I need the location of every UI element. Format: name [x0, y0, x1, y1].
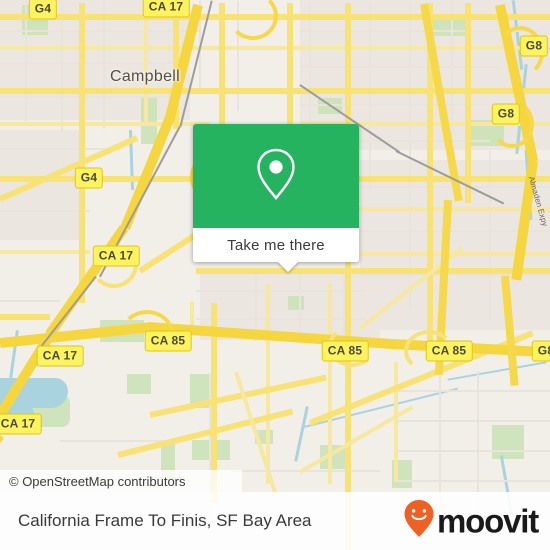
map-place-label-campbell: Campbell [110, 68, 180, 85]
moovit-wordmark: moovit [437, 502, 539, 540]
moovit-map-screenshot: Campbell Almaden Expy G4 CA 17 G8 G8 G4 … [0, 0, 550, 550]
map-area-block [0, 130, 80, 240]
map-area-park [127, 374, 151, 394]
popup-header [193, 124, 359, 228]
map-road-secondary [219, 3, 225, 127]
map-road-minor [369, 1, 371, 191]
road-shield-ca85[interactable]: CA 85 [321, 340, 369, 362]
map-road-tertiary [144, 2, 148, 122]
map-road-minor [398, 480, 550, 482]
map-road-secondary [0, 314, 50, 320]
map-pin-icon [254, 147, 298, 206]
road-shield-g8[interactable]: G8 [531, 340, 550, 362]
map-road-secondary [79, 3, 85, 303]
map-road-minor [451, 1, 453, 151]
map-area-park [430, 20, 470, 36]
road-shield-g8[interactable]: G8 [519, 35, 549, 57]
popup-pointer-tail [277, 261, 299, 272]
road-shield-g4[interactable]: G4 [74, 167, 104, 189]
map-road-minor [61, 1, 63, 131]
map-road-minor [0, 96, 180, 98]
map-road-minor [398, 390, 550, 392]
map-canvas[interactable]: Campbell Almaden Expy G4 CA 17 G8 G8 G4 … [0, 0, 550, 550]
map-road-minor [60, 440, 170, 442]
road-shield-ca85[interactable]: CA 85 [144, 330, 192, 352]
road-shield-ca17[interactable]: CA 17 [0, 413, 42, 435]
map-road-tertiary [394, 362, 398, 482]
attribution-text[interactable]: © OpenStreetMap contributors [0, 474, 186, 489]
map-road-tertiary [266, 284, 270, 484]
footer-bar: California Frame To Finis, SF Bay Area m… [0, 492, 550, 550]
map-road-secondary [196, 268, 550, 274]
map-interchange-ramp [228, 0, 278, 40]
road-shield-g4[interactable]: G4 [28, 0, 58, 20]
moovit-logo[interactable]: moovit [403, 499, 539, 544]
map-road-minor [0, 300, 60, 302]
road-shield-g8[interactable]: G8 [491, 103, 521, 125]
map-road-minor [398, 450, 550, 452]
map-area-park [288, 296, 304, 310]
map-road-minor [0, 210, 90, 212]
road-shield-ca17[interactable]: CA 17 [36, 345, 84, 367]
map-water-stream [294, 406, 309, 462]
map-road-minor [398, 420, 550, 422]
page-title: California Frame To Finis, SF Bay Area [18, 511, 312, 530]
map-road-minor [103, 1, 105, 129]
map-road-minor [0, 62, 190, 64]
map-road-minor [299, 269, 301, 341]
map-area-park [492, 425, 524, 459]
map-road-secondary [465, 3, 471, 203]
road-shield-ca17[interactable]: CA 17 [92, 245, 140, 267]
map-attribution-bar: © OpenStreetMap contributors [0, 470, 242, 492]
road-shield-ca17[interactable]: CA 17 [142, 0, 190, 18]
location-popup-card[interactable]: Take me there [193, 124, 359, 272]
popup-footer[interactable]: Take me there [193, 228, 359, 262]
take-me-there-label: Take me there [227, 236, 325, 254]
road-shield-ca85[interactable]: CA 85 [425, 340, 473, 362]
moovit-smiley-pin-icon [403, 499, 435, 544]
map-road-minor [0, 30, 200, 32]
map-road-secondary [287, 3, 293, 129]
map-road-minor [196, 318, 366, 320]
map-road-secondary [345, 3, 351, 550]
map-road-minor [196, 290, 366, 292]
map-road-tertiary [0, 250, 90, 254]
